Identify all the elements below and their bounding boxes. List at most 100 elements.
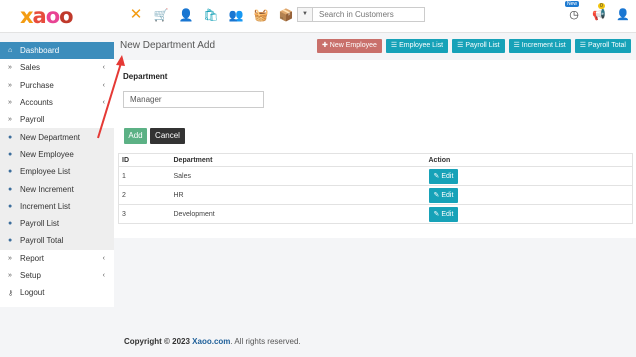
sidebar-item-purchase[interactable]: » Purchase ‹ xyxy=(0,77,114,94)
cell-action: ✎ Edit xyxy=(425,166,633,186)
sidebar-item-accounts[interactable]: » Accounts ‹ xyxy=(0,94,114,111)
page-title: New Department Add xyxy=(120,40,216,51)
sidebar-item-new-employee[interactable]: ● New Employee xyxy=(0,145,114,164)
department-label: Department xyxy=(123,72,168,81)
new-employee-button[interactable]: ✚ New Employee xyxy=(316,39,382,53)
cart-plus-icon[interactable]: 🛒 xyxy=(153,7,169,23)
user-plus-icon[interactable]: 👤 xyxy=(178,7,194,23)
sidebar-item-logout[interactable]: ⚷ Logout xyxy=(0,284,114,301)
payroll-total-button[interactable]: ☰ Payroll Total xyxy=(574,39,631,53)
search-dropdown-button[interactable]: ▼ xyxy=(298,8,313,21)
basket-plus-icon[interactable]: 🧺 xyxy=(253,7,269,23)
table-row: 1 Sales ✎ Edit xyxy=(118,166,633,186)
sidebar-item-label: Sales xyxy=(20,63,41,73)
close-icon[interactable]: ✕ xyxy=(128,7,144,23)
sidebar-item-label: Payroll List xyxy=(20,219,60,229)
key-icon: ⚷ xyxy=(8,289,14,297)
logo-a: a xyxy=(32,4,47,28)
chevron-double-icon: » xyxy=(8,81,12,89)
sidebar-item-report[interactable]: » Report ‹ xyxy=(0,250,114,267)
sidebar-item-sales[interactable]: » Sales ‹ xyxy=(0,59,114,76)
sidebar-item-dashboard[interactable]: ⌂ Dashboard xyxy=(0,42,114,60)
top-bar: xaoo ✕ 🛒 👤 🛍 👥 🧺 📦 ▼ ◷New 📢0 👤 xyxy=(0,0,636,33)
chevron-left-icon: ‹ xyxy=(102,254,105,262)
sidebar-item-label: Payroll xyxy=(20,115,45,125)
new-badge: New xyxy=(565,1,580,7)
sidebar-item-label: Setup xyxy=(20,271,41,280)
sidebar-item-increment-list[interactable]: ● Increment List xyxy=(0,197,114,215)
increment-list-button[interactable]: ☰ Increment List xyxy=(508,39,571,53)
edit-label: Edit xyxy=(441,172,454,180)
megaphone-icon[interactable]: 📢 0 xyxy=(592,3,606,21)
edit-icon: ✎ xyxy=(433,191,440,199)
chevron-down-icon: ‹ xyxy=(102,116,105,124)
sidebar-item-employee-list[interactable]: ● Employee List xyxy=(0,163,114,181)
cancel-button[interactable]: Cancel xyxy=(150,128,185,144)
edit-label: Edit xyxy=(441,210,454,218)
department-input[interactable] xyxy=(123,91,264,108)
circle-arrow-icon: ● xyxy=(8,150,13,158)
edit-button[interactable]: ✎ Edit xyxy=(428,187,459,203)
clock-icon[interactable]: ◷ New xyxy=(565,1,580,21)
sidebar-item-label: Increment List xyxy=(20,201,71,211)
add-button[interactable]: Add xyxy=(124,128,147,144)
box-plus-icon[interactable]: 📦 xyxy=(278,7,294,23)
footer-brand-link[interactable]: Xaoo.com xyxy=(192,337,230,346)
chevron-left-icon: ‹ xyxy=(102,99,105,107)
sidebar-item-payroll[interactable]: » Payroll ‹ xyxy=(0,111,114,128)
table-header-row: ID Department Action xyxy=(118,153,633,167)
cell-action: ✎ Edit xyxy=(425,204,633,224)
button-label: Employee List xyxy=(399,42,444,49)
employee-list-button[interactable]: ☰ Employee List xyxy=(385,39,449,53)
quick-actions: ✕ 🛒 👤 🛍 👥 🧺 📦 xyxy=(128,7,294,23)
sidebar-item-label: Dashboard xyxy=(20,46,60,56)
sidebar: ⌂ Dashboard » Sales ‹ » Purchase ‹ » Accounts ‹… xyxy=(0,42,114,307)
search-input[interactable] xyxy=(313,8,423,21)
chevron-left-icon: ‹ xyxy=(102,272,105,279)
chevron-double-icon: » xyxy=(8,99,12,107)
sidebar-item-setup[interactable]: » Setup ‹ xyxy=(0,267,114,284)
circle-arrow-icon: ● xyxy=(8,237,13,245)
table-row: 3 Development ✎ Edit xyxy=(118,204,633,224)
users-plus-icon[interactable]: 👥 xyxy=(228,7,244,23)
chevron-double-icon: » xyxy=(8,254,12,262)
button-label: Payroll Total xyxy=(587,42,626,49)
cell-department: Development xyxy=(170,204,426,224)
edit-icon: ✎ xyxy=(433,210,440,218)
page-action-buttons: ✚ New Employee ☰ Employee List ☰ Payroll… xyxy=(316,39,631,53)
sidebar-item-label: Purchase xyxy=(20,80,54,90)
chevron-double-icon: » xyxy=(8,272,12,279)
chevron-left-icon: ‹ xyxy=(102,64,105,72)
logo[interactable]: xaoo xyxy=(20,4,74,28)
cell-department: Sales xyxy=(170,166,426,186)
button-label: New Employee xyxy=(329,42,377,49)
chevron-double-icon: » xyxy=(8,64,12,72)
edit-button[interactable]: ✎ Edit xyxy=(428,206,459,222)
circle-arrow-icon: ● xyxy=(8,202,13,210)
sidebar-item-label: New Employee xyxy=(20,149,74,159)
logo-x: x xyxy=(20,4,34,28)
sidebar-item-new-increment[interactable]: ● New Increment xyxy=(0,180,114,198)
payroll-list-button[interactable]: ☰ Payroll List xyxy=(452,39,505,53)
edit-icon: ✎ xyxy=(433,172,440,180)
footer-suffix: . All rights reserved. xyxy=(230,337,301,346)
sidebar-item-payroll-total[interactable]: ● Payroll Total xyxy=(0,232,114,250)
header-right-icons: ◷ New 📢 0 👤 xyxy=(565,1,630,21)
button-label: Payroll List xyxy=(465,42,500,49)
bag-plus-icon[interactable]: 🛍 xyxy=(203,7,219,23)
sidebar-item-label: New Increment xyxy=(20,184,74,194)
footer: Copyright © 2023 Xaoo.com. All rights re… xyxy=(124,337,301,346)
column-header-id: ID xyxy=(118,153,171,167)
user-icon[interactable]: 👤 xyxy=(616,8,630,21)
sidebar-item-label: New Department xyxy=(20,132,81,142)
sidebar-item-label: Report xyxy=(20,253,45,263)
sidebar-item-payroll-list[interactable]: ● Payroll List xyxy=(0,214,114,233)
sidebar-item-new-department[interactable]: ● New Department xyxy=(0,128,114,146)
button-label: Increment List xyxy=(521,42,566,49)
column-header-action: Action xyxy=(425,153,633,167)
home-icon: ⌂ xyxy=(8,47,13,55)
circle-arrow-icon: ● xyxy=(8,185,13,193)
cell-id: 1 xyxy=(118,166,171,186)
edit-button[interactable]: ✎ Edit xyxy=(428,168,459,184)
cell-department: HR xyxy=(170,185,426,205)
